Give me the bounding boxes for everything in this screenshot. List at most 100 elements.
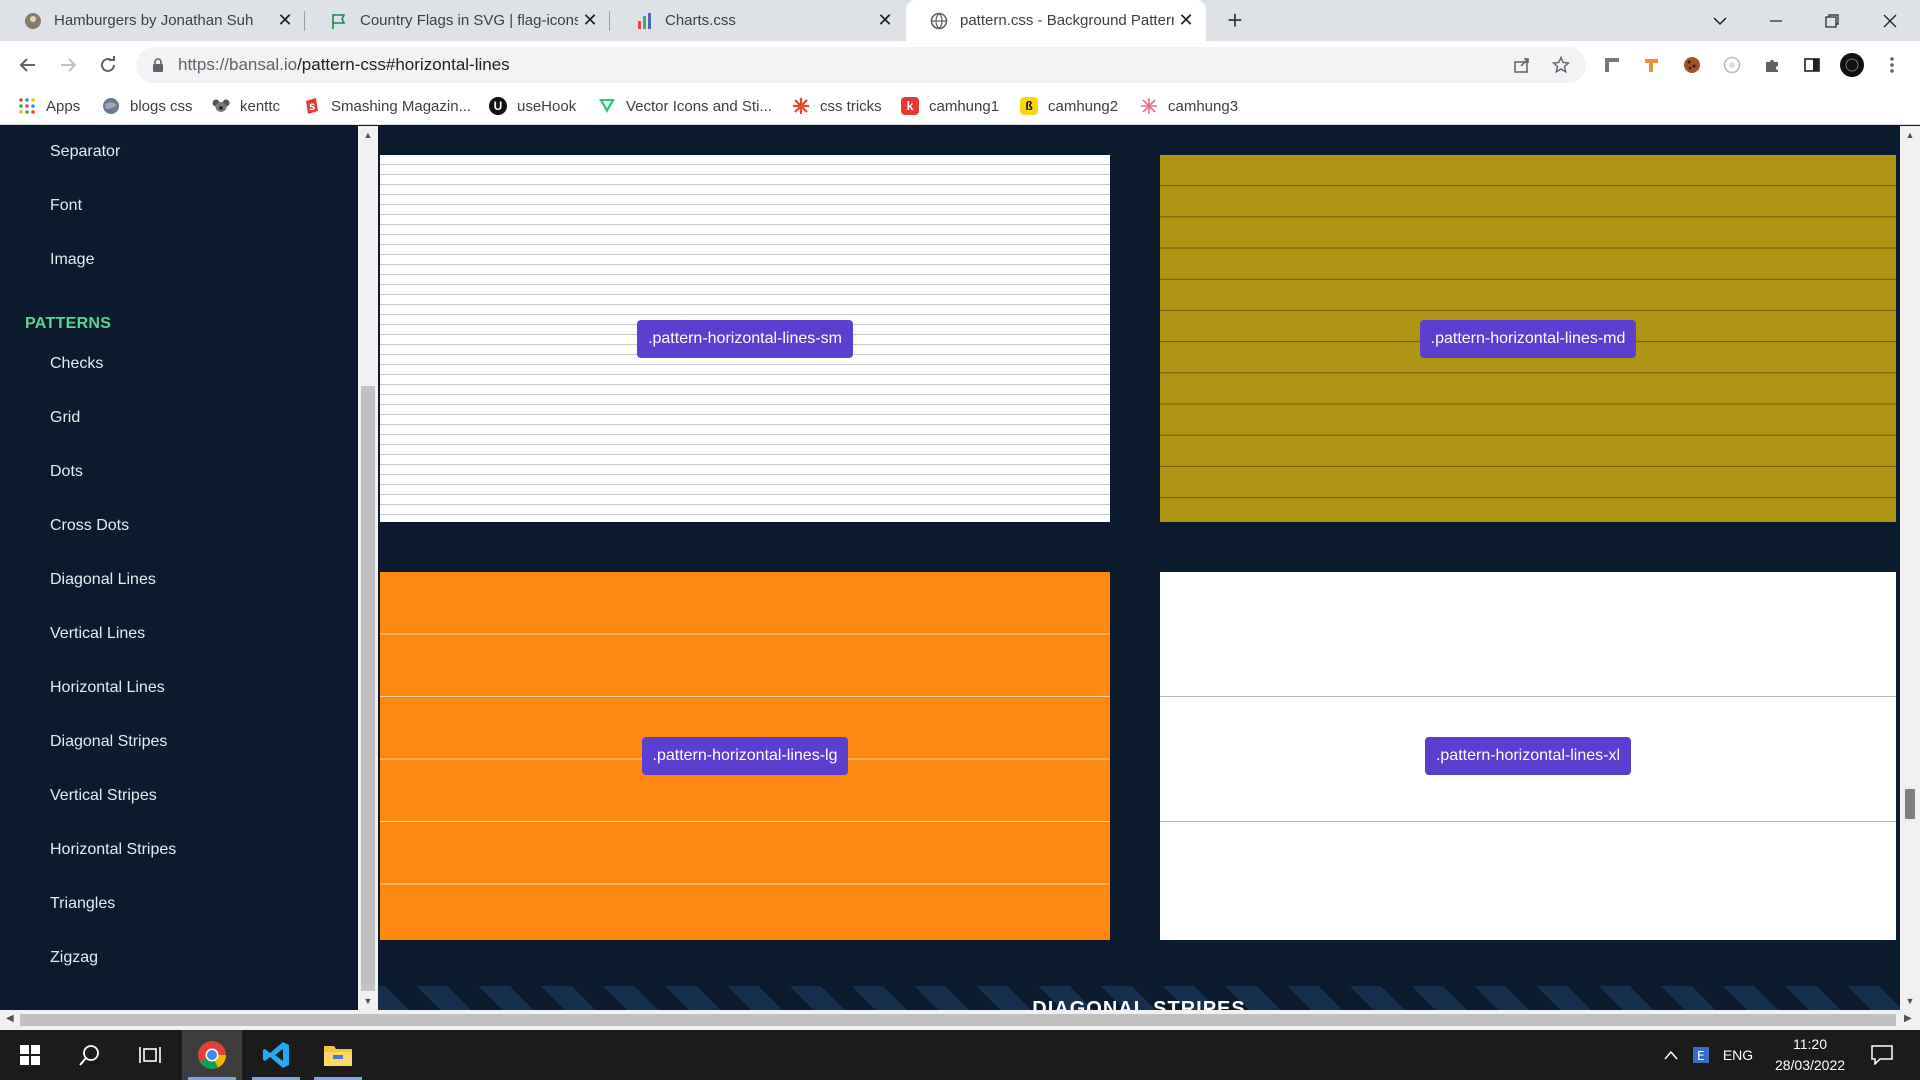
sidebar-scrollbar[interactable]: ▲ ▼ <box>358 126 378 1010</box>
extension-3-icon[interactable] <box>1720 53 1744 77</box>
bookmark-usehook[interactable]: U useHook <box>489 89 576 123</box>
minimize-icon[interactable] <box>1748 0 1804 41</box>
cookie-extension-icon[interactable] <box>1680 53 1704 77</box>
address-bar[interactable]: https://bansal.io/pattern-css#horizontal… <box>136 47 1586 83</box>
bookmark-camhung3[interactable]: camhung3 <box>1140 89 1238 123</box>
tab-search-icon[interactable] <box>1692 0 1748 41</box>
bookmark-camhung2[interactable]: ß camhung2 <box>1020 89 1118 123</box>
pattern-card-xl: .pattern-horizontal-lines-xl <box>1160 572 1896 940</box>
bookmark-vector-icons[interactable]: Vector Icons and Sti... <box>598 89 772 123</box>
scroll-up-arrow-icon[interactable]: ▲ <box>358 130 378 140</box>
profile-avatar[interactable] <box>1840 53 1864 77</box>
pattern-class-label[interactable]: .pattern-horizontal-lines-xl <box>1424 737 1632 775</box>
back-icon[interactable] <box>12 49 44 81</box>
clock-date: 28/03/2022 <box>1774 1057 1846 1073</box>
bookmark-blogs-css[interactable]: blogs css <box>102 89 193 123</box>
tray-overflow-icon[interactable] <box>1658 1030 1684 1080</box>
tab-pattern-css[interactable]: pattern.css - Background Patterns ✕ <box>906 0 1206 41</box>
sidebar-item-vertical-stripes[interactable]: Vertical Stripes <box>50 787 157 805</box>
side-panel-icon[interactable] <box>1800 53 1824 77</box>
bookmark-css-tricks[interactable]: css tricks <box>792 89 882 123</box>
tab-charts-css[interactable]: Charts.css ✕ <box>611 0 905 41</box>
close-tab-icon[interactable]: ✕ <box>273 10 297 31</box>
sidebar-item-horizontal-stripes[interactable]: Horizontal Stripes <box>50 841 176 859</box>
sidebar-nav: Separator Font Image PATTERNS Checks Gri… <box>0 126 358 1010</box>
language-indicator[interactable]: ENG <box>1718 1030 1758 1080</box>
search-icon[interactable] <box>60 1030 120 1080</box>
bookmark-kenttc[interactable]: kenttc <box>212 89 280 123</box>
scroll-down-arrow-icon[interactable]: ▼ <box>358 996 378 1006</box>
camhung2-icon: ß <box>1020 97 1038 115</box>
close-tab-icon[interactable]: ✕ <box>578 10 602 31</box>
sidebar-item-dots[interactable]: Dots <box>50 463 83 481</box>
tab-flag-icons[interactable]: Country Flags in SVG | flag-icons ✕ <box>306 0 610 41</box>
page-scrollbar[interactable]: ▲ ▼ <box>1900 126 1920 1010</box>
tab-title: Charts.css <box>665 12 736 29</box>
chrome-icon[interactable] <box>182 1030 242 1080</box>
bookmark-star-icon[interactable] <box>1549 53 1573 77</box>
sidebar-scroll-thumb[interactable] <box>361 386 375 991</box>
vscode-icon[interactable] <box>246 1030 306 1080</box>
bookmark-label: Smashing Magazin... <box>331 97 472 115</box>
horizontal-scroll-thumb[interactable] <box>20 1014 1896 1026</box>
windows-start-icon[interactable] <box>0 1030 60 1080</box>
new-tab-button[interactable]: + <box>1220 6 1250 36</box>
sidebar-item-grid[interactable]: Grid <box>50 409 80 427</box>
notification-center-icon[interactable] <box>1862 1030 1902 1080</box>
scroll-down-arrow-icon[interactable]: ▼ <box>1900 996 1920 1006</box>
sidebar-item-cross-dots[interactable]: Cross Dots <box>50 517 129 535</box>
extension-2-icon[interactable] <box>1640 53 1664 77</box>
sidebar-item-checks[interactable]: Checks <box>50 355 103 373</box>
tab-hamburgers[interactable]: Hamburgers by Jonathan Suh ✕ <box>0 0 305 41</box>
avatar-favicon-icon <box>24 12 42 30</box>
vector-icon <box>598 97 616 115</box>
lock-icon[interactable] <box>150 57 166 73</box>
task-view-icon[interactable] <box>120 1030 180 1080</box>
forward-icon[interactable] <box>52 49 84 81</box>
bookmarks-bar: Apps blogs css kenttc S Smashing Magazin… <box>0 89 1920 125</box>
windows-taskbar: E ENG 11:20 28/03/2022 <box>0 1030 1920 1080</box>
pattern-card-sm: .pattern-horizontal-lines-sm <box>380 155 1110 522</box>
puzzle-extensions-icon[interactable] <box>1760 53 1784 77</box>
close-tab-icon[interactable]: ✕ <box>1174 10 1198 31</box>
url-text[interactable]: https://bansal.io/pattern-css#horizontal… <box>178 55 510 75</box>
system-clock[interactable]: 11:20 28/03/2022 <box>1760 1034 1860 1076</box>
share-icon[interactable] <box>1510 53 1534 77</box>
restore-icon[interactable] <box>1804 0 1860 41</box>
section-heading-diagonal-stripes: DIAGONAL STRIPES <box>1032 998 1246 1010</box>
bookmark-camhung1[interactable]: k camhung1 <box>901 89 999 123</box>
pattern-class-label[interactable]: .pattern-horizontal-lines-md <box>1419 319 1637 358</box>
close-tab-icon[interactable]: ✕ <box>873 10 897 31</box>
bookmark-smashing[interactable]: S Smashing Magazin... <box>303 89 471 123</box>
sidebar-item-diagonal-stripes[interactable]: Diagonal Stripes <box>50 733 167 751</box>
menu-kebab-icon[interactable] <box>1880 53 1904 77</box>
sidebar-item-triangles[interactable]: Triangles <box>50 895 115 913</box>
close-window-icon[interactable] <box>1862 0 1918 41</box>
sidebar-item-zigzag[interactable]: Zigzag <box>50 949 98 967</box>
charts-favicon-icon <box>635 12 653 30</box>
scroll-up-arrow-icon[interactable]: ▲ <box>1900 130 1920 140</box>
horizontal-scrollbar[interactable]: ◀ ▶ <box>0 1010 1920 1030</box>
bookmark-label: kenttc <box>240 97 281 115</box>
globe-icon <box>102 97 120 115</box>
scroll-right-arrow-icon[interactable]: ▶ <box>1904 1013 1912 1024</box>
scroll-left-arrow-icon[interactable]: ◀ <box>6 1013 14 1024</box>
reload-icon[interactable] <box>92 49 124 81</box>
page-scroll-thumb[interactable] <box>1905 789 1915 819</box>
file-explorer-icon[interactable] <box>308 1030 368 1080</box>
pattern-class-label[interactable]: .pattern-horizontal-lines-lg <box>641 737 849 775</box>
extension-1-icon[interactable] <box>1600 53 1624 77</box>
page-viewport: Separator Font Image PATTERNS Checks Gri… <box>0 126 1920 1010</box>
sidebar-item-font[interactable]: Font <box>50 197 82 215</box>
apps-grid-icon <box>18 97 36 115</box>
input-method-icon[interactable]: E <box>1688 1030 1714 1080</box>
sidebar-item-image[interactable]: Image <box>50 251 94 269</box>
sidebar-item-diagonal-lines[interactable]: Diagonal Lines <box>50 571 156 589</box>
pattern-class-label[interactable]: .pattern-horizontal-lines-sm <box>637 319 853 358</box>
usehook-icon: U <box>489 97 507 115</box>
camhung3-icon <box>1140 97 1158 115</box>
sidebar-item-horizontal-lines[interactable]: Horizontal Lines <box>50 679 165 697</box>
sidebar-item-separator[interactable]: Separator <box>50 143 120 161</box>
sidebar-item-vertical-lines[interactable]: Vertical Lines <box>50 625 145 643</box>
bookmark-apps[interactable]: Apps <box>18 89 80 123</box>
